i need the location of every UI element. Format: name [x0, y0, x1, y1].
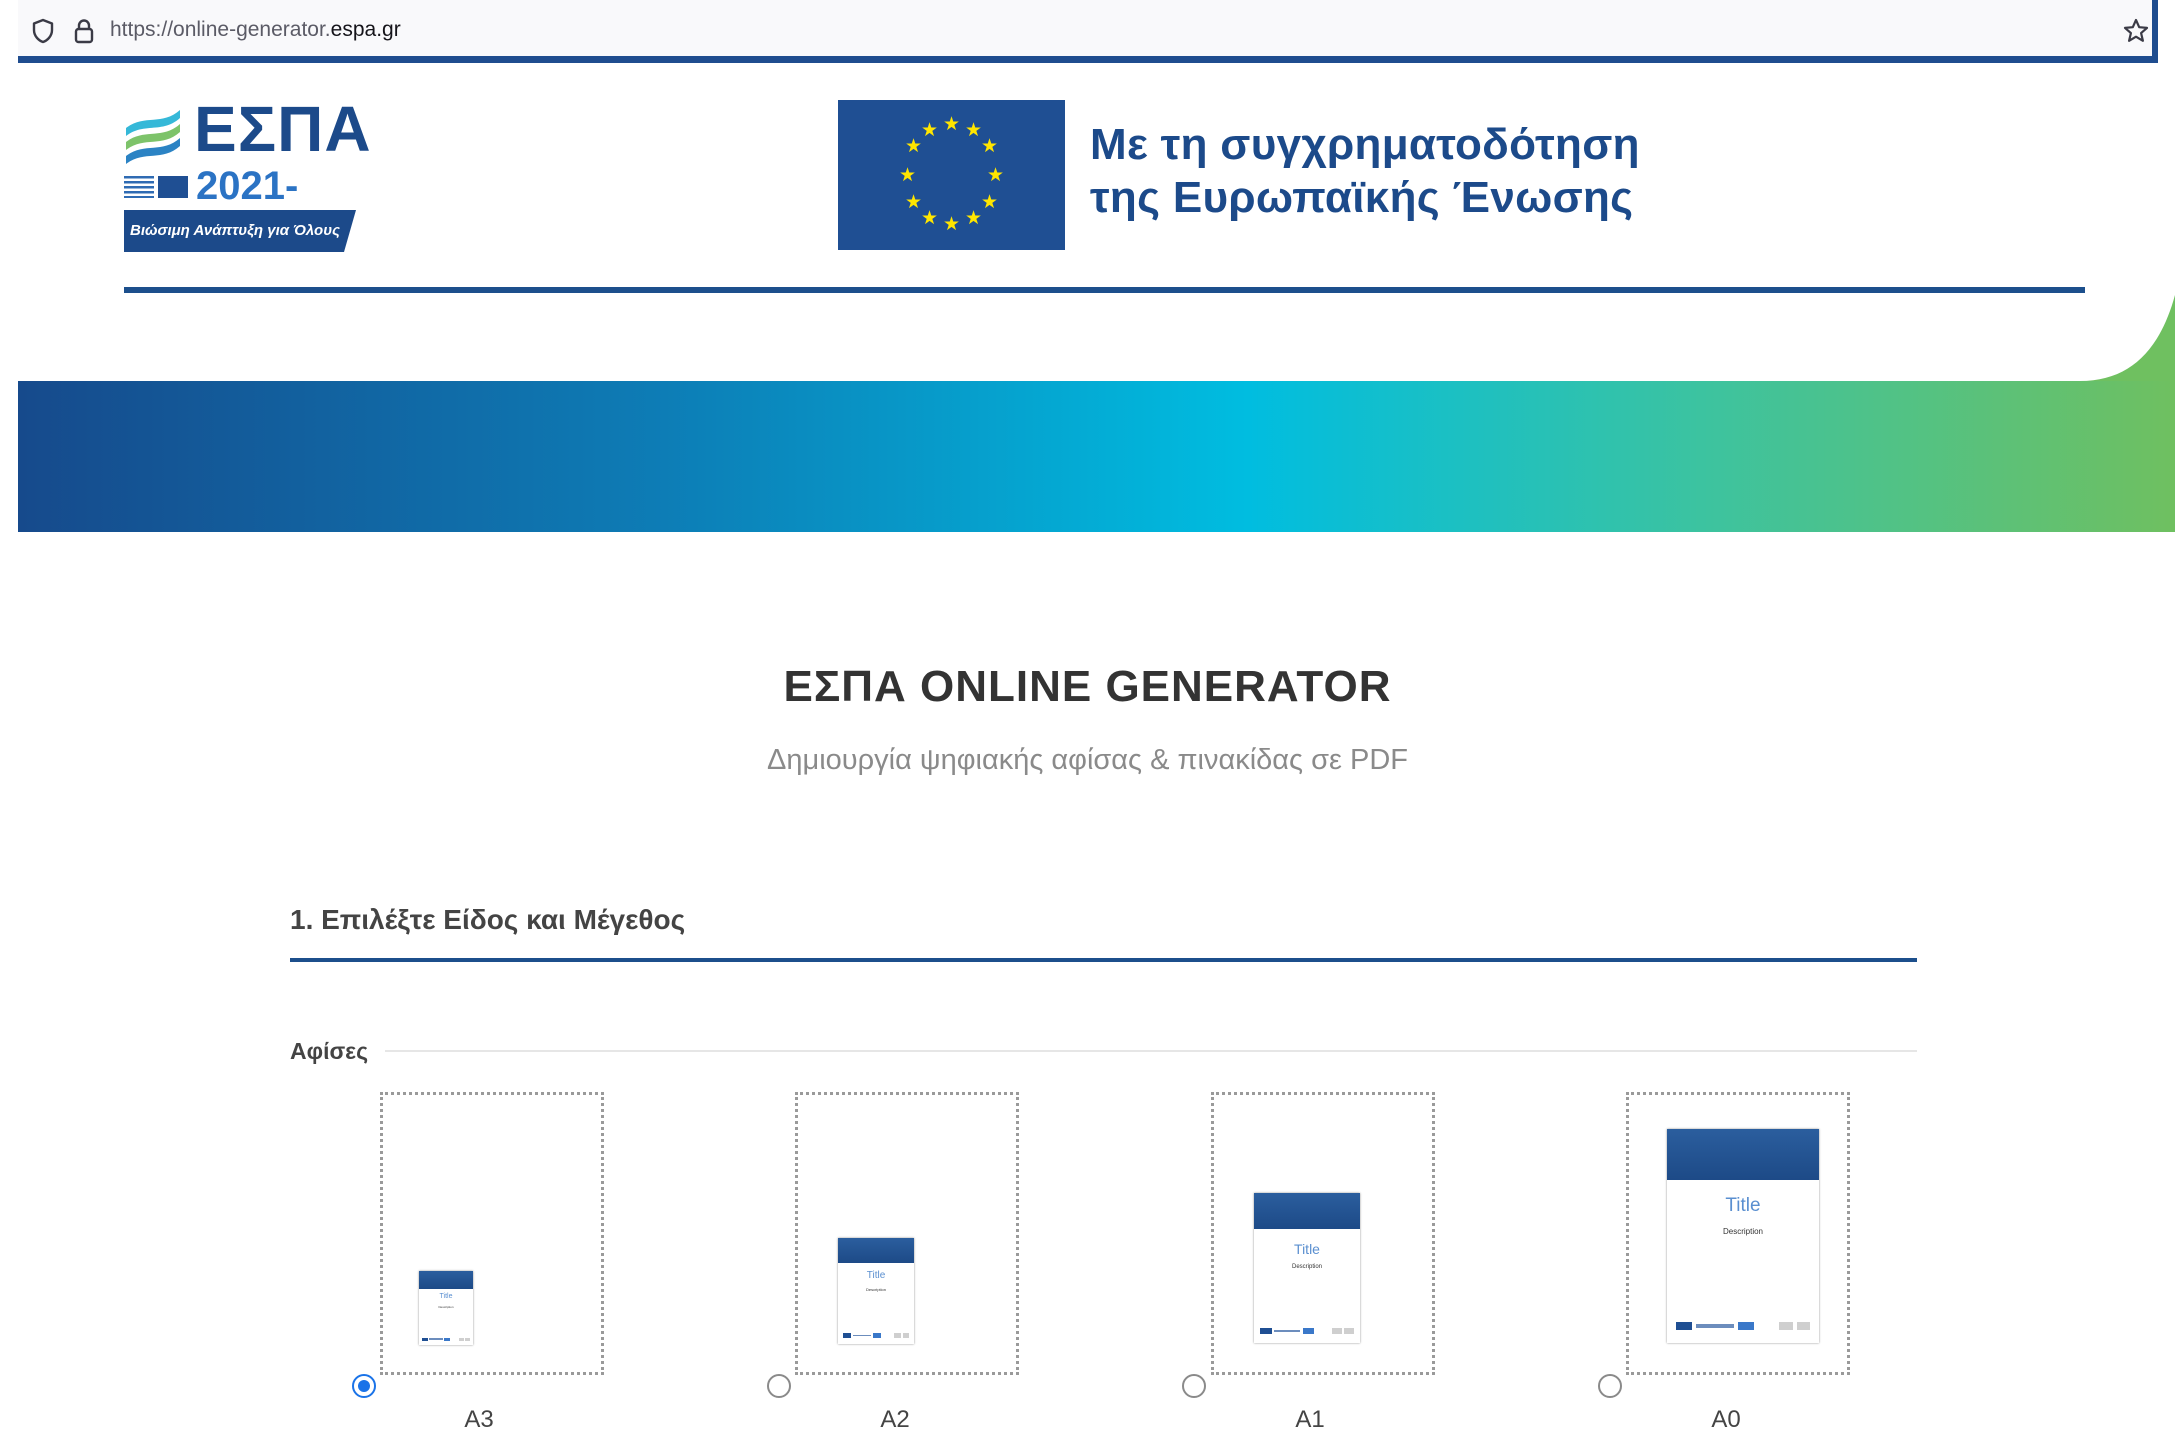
svg-text:★: ★ — [987, 164, 1004, 186]
poster-description: Description — [865, 1286, 886, 1292]
svg-text:★: ★ — [921, 207, 938, 229]
group-divider — [385, 1050, 1917, 1052]
header-divider — [124, 287, 2085, 293]
star-icon[interactable] — [2122, 17, 2150, 45]
header-gradient-banner — [18, 381, 2175, 532]
poster-preview: Title Description — [1667, 1129, 1819, 1343]
header-curve-decoration — [2080, 295, 2175, 381]
url-bar-focus-border — [18, 56, 2158, 63]
eu-text-line1: Με τη συγχρηματοδότηση — [1090, 120, 1640, 169]
svg-text:★: ★ — [981, 191, 998, 213]
url-bar-focus-border-right — [2152, 0, 2158, 62]
size-label-a3: A3 — [464, 1406, 494, 1433]
size-card-a1[interactable]: Title Description — [1211, 1092, 1435, 1375]
poster-footer-logos — [1260, 1328, 1354, 1334]
eu-text-line2: της Ευρωπαϊκής Ένωσης — [1090, 173, 1634, 222]
page-subtitle: Δημιουργία ψηφιακής αφίσας & πινακίδας σ… — [767, 744, 1408, 776]
url-domain: espa.gr — [330, 18, 401, 41]
poster-title: Title — [1294, 1241, 1320, 1257]
poster-footer-logos — [422, 1337, 470, 1341]
poster-title: Title — [866, 1269, 886, 1281]
size-card-a0[interactable]: Title Description — [1626, 1092, 1850, 1375]
page-title: ΕΣΠΑ ONLINE GENERATOR — [783, 662, 1392, 711]
poster-illustration — [1254, 1193, 1360, 1229]
poster-preview: Title Description — [838, 1238, 914, 1344]
svg-text:★: ★ — [905, 135, 922, 157]
svg-text:★: ★ — [943, 213, 960, 235]
url-text[interactable]: https://online-generator.espa.gr — [110, 18, 401, 42]
svg-text:★: ★ — [965, 119, 982, 141]
size-radio-a1[interactable] — [1182, 1374, 1206, 1398]
size-radio-a0[interactable] — [1598, 1374, 1622, 1398]
poster-illustration — [838, 1238, 914, 1264]
group-label-posters: Αφίσες — [290, 1038, 369, 1064]
size-label-a1: A1 — [1295, 1406, 1325, 1433]
espa-logo[interactable]: ΕΣΠΑ 2021-2027 Βιώσιμη Ανάπτυξη για Όλου… — [124, 93, 374, 253]
section-title: 1. Επιλέξτε Είδος και Μέγεθος — [290, 904, 686, 935]
url-prefix: https://online-generator. — [110, 18, 331, 41]
svg-text:★: ★ — [921, 119, 938, 141]
size-radio-a2[interactable] — [767, 1374, 791, 1398]
eu-flag-icon: ★ ★ ★ ★ ★ ★ ★ ★ ★ ★ ★ ★ — [838, 100, 1065, 250]
eu-cofunding-text: Με τη συγχρηματοδότηση της Ευρωπαϊκής Έν… — [1090, 118, 1640, 224]
poster-illustration — [1667, 1129, 1819, 1181]
size-label-a0: A0 — [1711, 1406, 1741, 1433]
shield-icon[interactable] — [30, 18, 56, 44]
poster-description: Description — [1291, 1263, 1322, 1270]
poster-description: Description — [438, 1305, 454, 1310]
greek-flag-icon — [124, 176, 154, 198]
size-radio-a3[interactable] — [352, 1374, 376, 1398]
poster-description: Description — [1722, 1227, 1763, 1237]
waves-icon — [126, 110, 180, 164]
poster-illustration — [419, 1271, 473, 1289]
poster-title: Title — [439, 1293, 453, 1301]
svg-text:★: ★ — [965, 207, 982, 229]
section-divider — [290, 958, 1917, 962]
lock-icon[interactable] — [72, 17, 96, 45]
svg-text:★: ★ — [943, 113, 960, 135]
svg-text:★: ★ — [905, 191, 922, 213]
size-label-a2: A2 — [880, 1406, 910, 1433]
eu-mini-flag-icon — [158, 176, 188, 198]
espa-wordmark: ΕΣΠΑ — [194, 93, 372, 165]
espa-slogan: Βιώσιμη Ανάπτυξη για Όλους — [130, 222, 341, 239]
poster-preview: Title Description — [1254, 1193, 1360, 1343]
svg-text:★: ★ — [899, 164, 916, 186]
poster-footer-logos — [842, 1333, 910, 1338]
poster-title: Title — [1725, 1195, 1761, 1217]
poster-footer-logos — [1676, 1321, 1810, 1331]
poster-preview: Title Description — [419, 1271, 473, 1345]
svg-text:★: ★ — [981, 135, 998, 157]
size-card-a2[interactable]: Title Description — [795, 1092, 1019, 1375]
size-card-a3[interactable]: Title Description — [380, 1092, 604, 1375]
